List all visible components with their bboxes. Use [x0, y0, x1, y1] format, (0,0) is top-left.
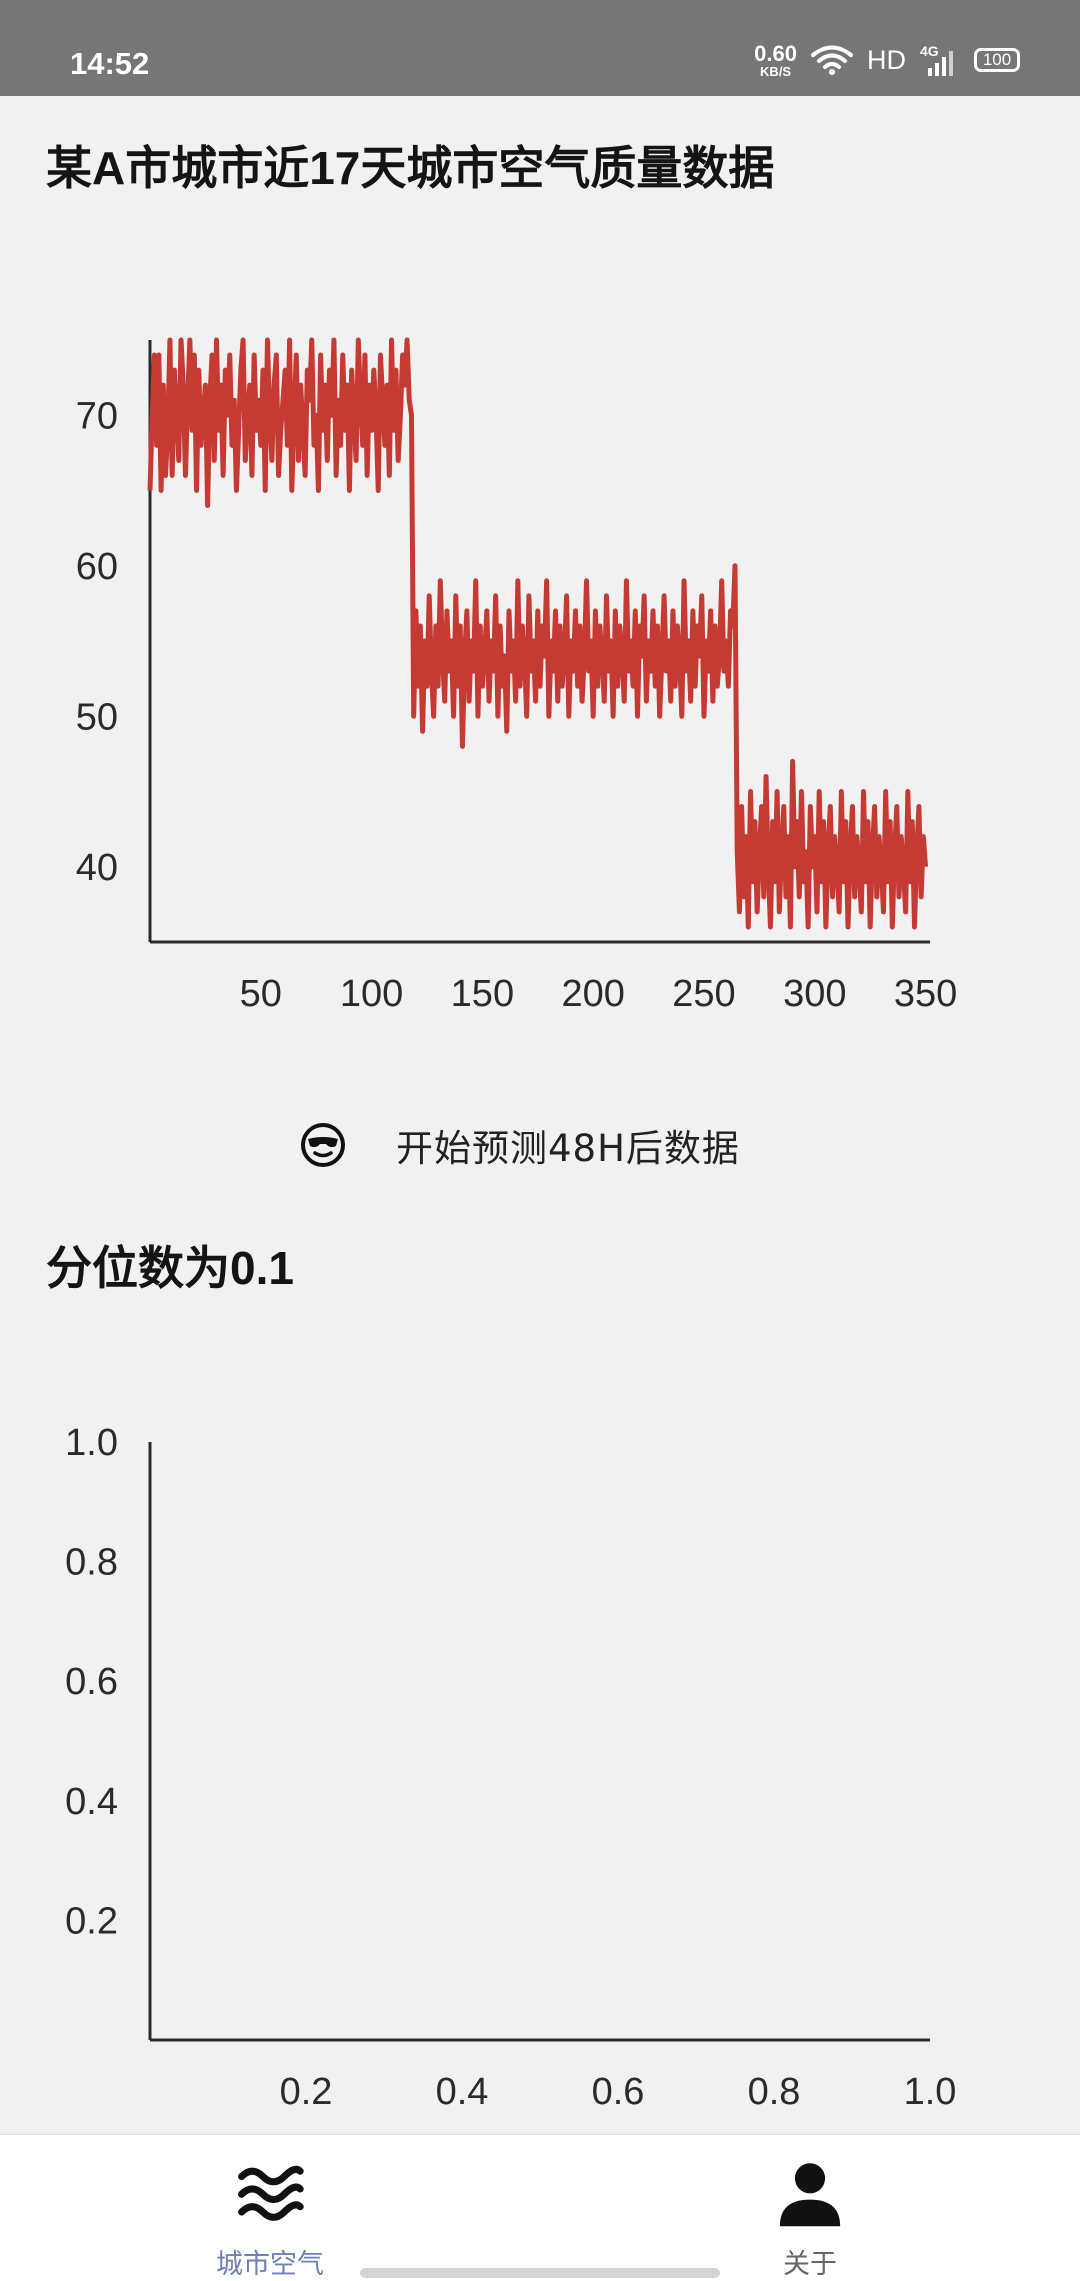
person-icon: [779, 2163, 841, 2227]
battery-level: 100: [982, 50, 1012, 69]
hd-indicator: HD: [867, 44, 906, 75]
x-tick-label: 150: [451, 973, 514, 1015]
x-tick-label: 200: [561, 973, 624, 1015]
status-icons: 0.60 KB/S HD 4G 100: [754, 40, 1020, 80]
chart1-heading: 某A市城市近17天城市空气质量数据: [46, 142, 775, 194]
y-tick-label: 0.4: [65, 1781, 118, 1823]
network-speed-value: 0.60: [754, 40, 797, 66]
x-tick-label: 1.0: [904, 2071, 957, 2113]
series-line: [147, 337, 929, 930]
y-tick-label: 0.6: [65, 1661, 118, 1703]
status-time: 14:52: [70, 46, 150, 81]
sunglasses-face-emoji-icon: [301, 1123, 345, 1167]
predict-button-label: 开始预测48H后数据: [396, 1127, 740, 1170]
quantile-chart: 0.2 0.4 0.6 0.8 1.0 0.2 0.4 0.6 0.8 1.0: [65, 1422, 957, 2113]
x-tick-label: 0.8: [748, 2071, 801, 2113]
waves-icon: [238, 2165, 304, 2221]
status-bar: 14:52 0.60 KB/S HD 4G 100: [0, 0, 1080, 96]
nav-item-city-air[interactable]: 城市空气: [120, 2135, 420, 2281]
y-tick-label: 0.8: [65, 1542, 118, 1584]
x-tick-label: 0.6: [592, 2071, 645, 2113]
y-tick-label: 60: [76, 546, 118, 588]
y-tick-label: 1.0: [65, 1422, 118, 1464]
y-tick-label: 50: [76, 696, 118, 738]
nav-label-about: 关于: [783, 2249, 837, 2280]
y-tick-label: 70: [76, 395, 118, 437]
x-tick-label: 0.4: [436, 2071, 489, 2113]
signal-4g-icon: 4G: [920, 43, 953, 76]
wifi-icon: [811, 45, 853, 75]
bottom-navigation: 城市空气 关于: [0, 2134, 1080, 2281]
network-type-label: 4G: [920, 43, 939, 59]
x-tick-label: 350: [894, 973, 957, 1015]
nav-item-about[interactable]: 关于: [660, 2135, 960, 2281]
nav-label-city-air: 城市空气: [216, 2249, 324, 2280]
chart2-heading: 分位数为0.1: [46, 1242, 294, 1294]
network-speed: 0.60 KB/S: [754, 40, 797, 79]
predict-button[interactable]: 开始预测48H后数据: [300, 1110, 780, 1180]
home-indicator[interactable]: [360, 2268, 720, 2278]
y-tick-label: 40: [76, 847, 118, 889]
x-tick-label: 50: [240, 973, 282, 1015]
air-quality-line-chart: 50 100 150 200 250 300 350 40 50 60 70: [76, 337, 957, 1015]
y-tick-label: 0.2: [65, 1900, 118, 1942]
x-tick-label: 250: [672, 973, 735, 1015]
network-speed-unit: KB/S: [760, 63, 792, 79]
x-tick-label: 100: [340, 973, 403, 1015]
battery-icon: 100: [974, 48, 1020, 72]
x-tick-label: 0.2: [280, 2071, 333, 2113]
x-tick-label: 300: [783, 973, 846, 1015]
